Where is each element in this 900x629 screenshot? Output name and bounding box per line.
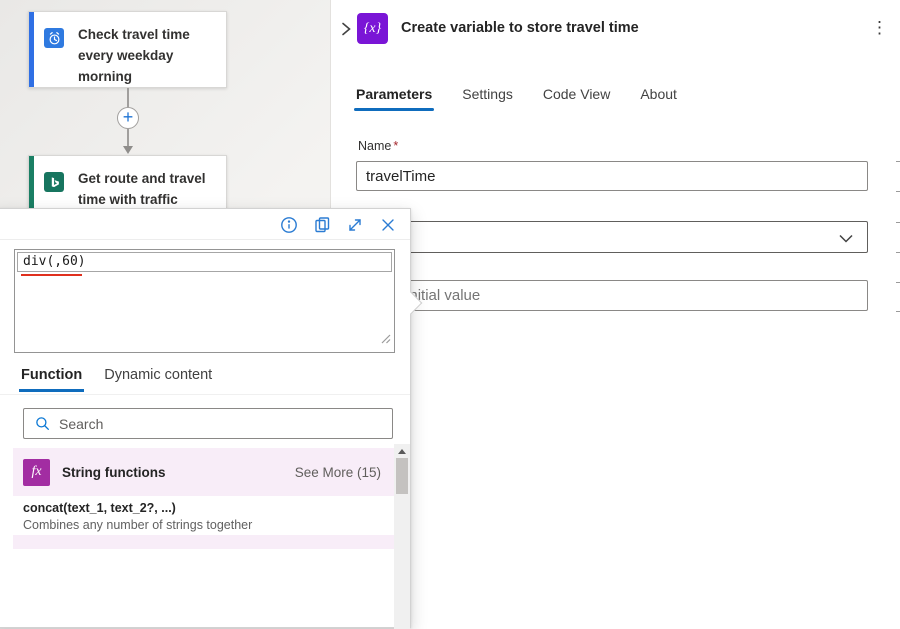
tab-settings[interactable]: Settings <box>462 86 513 111</box>
function-signature: concat(text_1, text_2?, ...) <box>23 500 394 517</box>
expression-current-line: div(,60) <box>17 252 392 272</box>
clipped-border-mark <box>896 222 900 223</box>
tab-code-view[interactable]: Code View <box>543 86 610 111</box>
name-field-label: Name* <box>358 139 398 153</box>
trigger-card[interactable]: Check travel time every weekday morning <box>28 11 227 88</box>
collapse-panel-chevron-icon[interactable] <box>337 20 357 40</box>
panel-tabs: Parameters Settings Code View About <box>356 86 707 111</box>
scrollbar-thumb[interactable] <box>396 458 408 494</box>
expression-tabs: Function Dynamic content <box>21 367 212 390</box>
name-input[interactable] <box>356 161 868 191</box>
search-input[interactable] <box>59 416 392 432</box>
clipped-border-mark <box>896 311 900 312</box>
insert-step-button[interactable]: + <box>117 107 139 129</box>
function-description: Combines any number of strings together <box>23 517 394 533</box>
initial-value-input[interactable] <box>356 280 868 311</box>
tab-dynamic-content[interactable]: Dynamic content <box>104 367 212 390</box>
connector-line <box>127 88 129 107</box>
see-more-link[interactable]: See More (15) <box>295 465 381 480</box>
expression-editor-popup: div(,60) Function Dynamic content fx Str… <box>0 208 411 628</box>
scrollbar[interactable] <box>394 444 410 629</box>
panel-title: Create variable to store travel time <box>401 13 639 44</box>
bing-maps-icon <box>44 172 64 192</box>
toolbar-divider <box>0 239 410 240</box>
expression-textarea[interactable]: div(,60) <box>14 249 395 353</box>
next-category-row-partial <box>13 535 394 549</box>
trigger-accent-bar <box>29 12 34 87</box>
search-icon <box>35 416 50 431</box>
fx-icon: fx <box>23 459 50 486</box>
function-row-concat[interactable]: concat(text_1, text_2?, ...) Combines an… <box>13 496 394 535</box>
tab-about[interactable]: About <box>640 86 677 111</box>
clipped-border-mark <box>896 191 900 192</box>
tabs-divider <box>0 394 410 395</box>
type-dropdown[interactable] <box>356 221 868 253</box>
resize-handle-icon[interactable] <box>380 331 391 349</box>
popup-toolbar <box>280 216 397 234</box>
trigger-card-title: Check travel time every weekday morning <box>78 24 216 87</box>
action-detail-panel: {x} Create variable to store travel time… <box>330 0 900 540</box>
more-options-ellipsis-icon[interactable]: ⋮ <box>871 17 888 39</box>
tab-parameters[interactable]: Parameters <box>356 86 432 111</box>
category-row-string-functions[interactable]: fx String functions See More (15) <box>13 448 394 496</box>
function-list: fx String functions See More (15) concat… <box>13 448 394 549</box>
clipped-border-mark <box>896 252 900 253</box>
required-asterisk: * <box>393 139 398 153</box>
error-underline <box>21 274 82 276</box>
clipped-border-mark <box>896 161 900 162</box>
close-icon[interactable] <box>379 216 397 234</box>
action-accent-bar <box>29 156 34 216</box>
chevron-down-icon <box>839 234 853 243</box>
connector-arrow-icon <box>123 146 133 154</box>
function-search-box[interactable] <box>23 408 393 439</box>
variable-action-icon: {x} <box>357 13 388 44</box>
recurrence-clock-icon <box>44 28 64 48</box>
expand-icon[interactable] <box>346 216 364 234</box>
category-name: String functions <box>62 465 166 480</box>
expression-text: div(,60) <box>18 253 391 271</box>
scroll-up-arrow-icon[interactable] <box>398 449 406 454</box>
tab-function[interactable]: Function <box>21 367 82 390</box>
info-icon[interactable] <box>280 216 298 234</box>
copy-icon[interactable] <box>313 216 331 234</box>
action-card-title: Get route and travel time with traffic <box>78 168 216 210</box>
clipped-border-mark <box>896 282 900 283</box>
connector-line <box>127 129 129 146</box>
